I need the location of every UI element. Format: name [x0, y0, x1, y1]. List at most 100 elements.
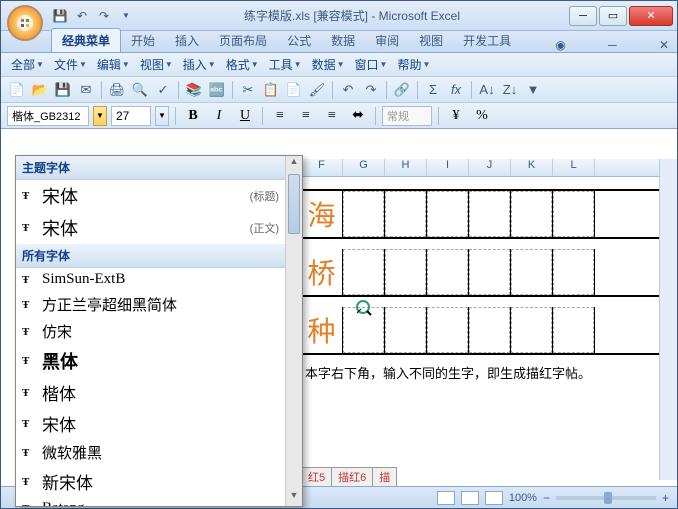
grid-cell[interactable] [427, 191, 469, 237]
percent-button[interactable]: % [471, 106, 493, 126]
zoom-slider[interactable] [556, 496, 656, 500]
translate-icon[interactable]: 🔤 [207, 80, 227, 100]
grid-cell[interactable] [343, 249, 385, 295]
size-dropdown-button[interactable]: ▼ [155, 106, 169, 126]
grid-cell[interactable] [553, 249, 595, 295]
format-painter-icon[interactable]: 🖌 [307, 80, 327, 100]
menu-view[interactable]: 视图▼ [136, 54, 177, 75]
link-icon[interactable]: 🔗 [392, 80, 412, 100]
grid-cell[interactable] [553, 307, 595, 353]
page-layout-view-button[interactable] [461, 491, 479, 505]
zoom-in-button[interactable]: + [662, 491, 669, 505]
sheet-tab[interactable]: 描 [372, 467, 397, 487]
col-header[interactable]: F [301, 159, 343, 176]
tab-home[interactable]: 开始 [121, 29, 165, 52]
vertical-scrollbar[interactable] [659, 159, 677, 480]
italic-button[interactable]: I [208, 106, 230, 126]
grid-cell[interactable] [427, 249, 469, 295]
redo-icon[interactable]: ↷ [361, 80, 381, 100]
tab-review[interactable]: 审阅 [365, 29, 409, 52]
menu-format[interactable]: 格式▼ [222, 54, 263, 75]
col-header[interactable]: J [469, 159, 511, 176]
dropdown-scrollbar[interactable]: ▲ ▼ [285, 156, 302, 506]
redo-icon[interactable]: ↷ [95, 7, 113, 25]
save-icon[interactable]: 💾 [53, 80, 73, 100]
col-header[interactable]: I [427, 159, 469, 176]
zoom-level[interactable]: 100% [509, 492, 537, 504]
open-icon[interactable]: 📂 [30, 80, 50, 100]
normal-view-button[interactable] [437, 491, 455, 505]
merge-button[interactable]: ⬌ [347, 106, 369, 126]
copy-icon[interactable]: 📋 [261, 80, 281, 100]
font-option[interactable]: Ŧ楷体 [16, 377, 285, 408]
tab-view[interactable]: 视图 [409, 29, 453, 52]
tab-developer[interactable]: 开发工具 [453, 29, 521, 52]
cut-icon[interactable]: ✂ [238, 80, 258, 100]
col-header[interactable]: G [343, 159, 385, 176]
print-icon[interactable]: 🖨 [107, 80, 127, 100]
font-size-box[interactable]: 27 [111, 106, 151, 126]
align-center-button[interactable]: ≡ [295, 106, 317, 126]
maximize-button[interactable]: ▭ [599, 6, 627, 26]
font-option[interactable]: Ŧ宋体 [16, 408, 285, 439]
menu-window[interactable]: 窗口▼ [351, 54, 392, 75]
font-option[interactable]: Ŧ微软雅黑 [16, 439, 285, 466]
preview-icon[interactable]: 🔍 [130, 80, 150, 100]
grid-cell[interactable] [385, 249, 427, 295]
font-option[interactable]: ŦSimSun-ExtB [16, 268, 285, 291]
grid-cell[interactable] [511, 191, 553, 237]
align-left-button[interactable]: ≡ [269, 106, 291, 126]
grid-cell[interactable] [427, 307, 469, 353]
grid-cell[interactable]: 桥 [301, 249, 343, 295]
bold-button[interactable]: B [182, 106, 204, 126]
tab-page-layout[interactable]: 页面布局 [209, 29, 277, 52]
grid-cell[interactable] [385, 307, 427, 353]
col-header[interactable]: L [553, 159, 595, 176]
font-option[interactable]: Ŧ黑体 [16, 345, 285, 377]
mail-icon[interactable]: ✉ [76, 80, 96, 100]
font-option[interactable]: ŦBatang [16, 497, 285, 506]
help-icon[interactable]: ◉ [555, 38, 565, 52]
undo-icon[interactable]: ↶ [73, 7, 91, 25]
menu-data[interactable]: 数据▼ [308, 54, 349, 75]
close-button[interactable]: ✕ [629, 6, 673, 26]
doc-minimize-icon[interactable]: ─ [608, 38, 617, 52]
font-option[interactable]: Ŧ宋体(正文) [16, 212, 285, 244]
font-name-box[interactable]: 楷体_GB2312 [7, 106, 89, 126]
filter-icon[interactable]: ▼ [523, 80, 543, 100]
font-option[interactable]: Ŧ新宋体 [16, 466, 285, 497]
grid-cell[interactable]: 海 [301, 191, 343, 237]
spell-icon[interactable]: ✓ [153, 80, 173, 100]
menu-all[interactable]: 全部▼ [7, 54, 48, 75]
tab-formulas[interactable]: 公式 [277, 29, 321, 52]
grid-cell[interactable] [385, 191, 427, 237]
menu-help[interactable]: 帮助▼ [393, 54, 434, 75]
grid-cell[interactable] [469, 307, 511, 353]
grid-cell[interactable] [343, 191, 385, 237]
paste-icon[interactable]: 📄 [284, 80, 304, 100]
col-header[interactable]: K [511, 159, 553, 176]
grid-cell[interactable] [469, 249, 511, 295]
qat-more-icon[interactable]: ▼ [117, 7, 135, 25]
style-box[interactable]: 常规 [382, 106, 432, 126]
menu-file[interactable]: 文件▼ [50, 54, 91, 75]
font-option[interactable]: Ŧ宋体(标题) [16, 180, 285, 212]
sum-icon[interactable]: Σ [423, 80, 443, 100]
font-option[interactable]: Ŧ仿宋 [16, 318, 285, 345]
grid-cell[interactable]: 种 [301, 307, 343, 353]
minimize-button[interactable]: ─ [569, 6, 597, 26]
currency-button[interactable]: ¥ [445, 106, 467, 126]
fx-icon[interactable]: fx [446, 80, 466, 100]
grid-cell[interactable] [511, 249, 553, 295]
menu-edit[interactable]: 编辑▼ [93, 54, 134, 75]
align-right-button[interactable]: ≡ [321, 106, 343, 126]
scrollbar-thumb[interactable] [288, 174, 300, 234]
font-option[interactable]: Ŧ方正兰亭超细黑简体 [16, 291, 285, 318]
sheet-tab[interactable]: 红5 [301, 467, 332, 487]
sheet-tab[interactable]: 描红6 [331, 467, 373, 487]
menu-insert[interactable]: 插入▼ [179, 54, 220, 75]
research-icon[interactable]: 📚 [184, 80, 204, 100]
office-button[interactable] [7, 5, 43, 41]
new-icon[interactable]: 📄 [7, 80, 27, 100]
font-dropdown-button[interactable]: ▼ [93, 106, 107, 126]
